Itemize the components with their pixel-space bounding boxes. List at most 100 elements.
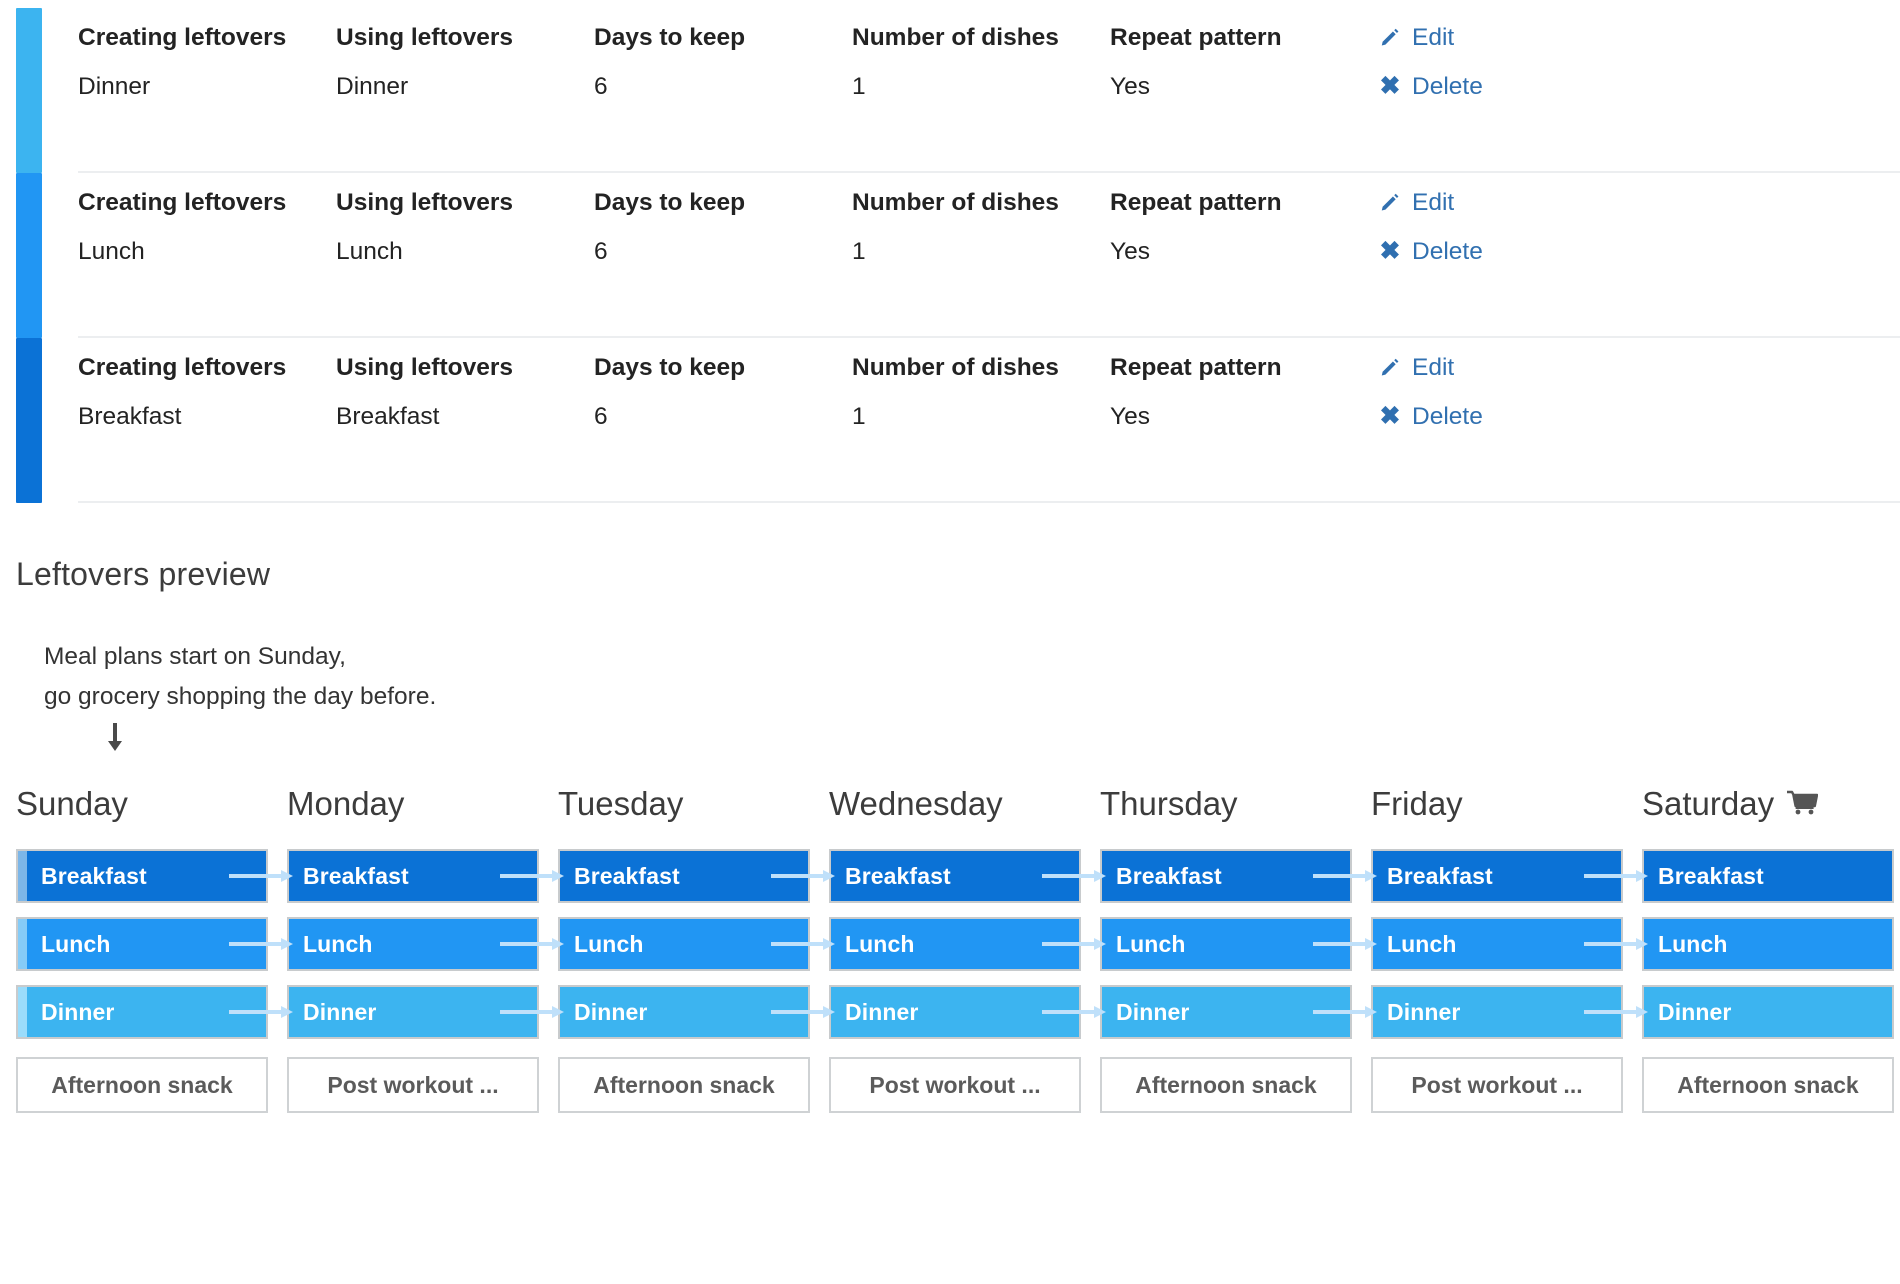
- cell-repeat-pattern: Repeat pattern Yes: [1110, 23, 1378, 102]
- meal-cell[interactable]: Breakfast: [1642, 849, 1894, 903]
- cell-repeat-pattern: Repeat pattern Yes: [1110, 188, 1378, 267]
- meal-cell[interactable]: Lunch: [558, 917, 810, 971]
- value-using: Lunch: [336, 237, 403, 265]
- cell-accent: [18, 919, 27, 969]
- week-preview-grid: Sunday Monday Tuesday Wednesday Thursday…: [0, 785, 1900, 1113]
- snack-label: Afternoon snack: [51, 1071, 233, 1098]
- cell-number-of-dishes: Number of dishes 1: [852, 353, 1110, 432]
- value-days: 6: [594, 237, 608, 265]
- edit-label: Edit: [1412, 189, 1455, 216]
- day-header-row: Sunday Monday Tuesday Wednesday Thursday…: [16, 785, 1884, 823]
- day-header-wednesday: Wednesday: [829, 785, 1081, 823]
- meal-cell[interactable]: Dinner: [1642, 985, 1894, 1039]
- meal-cell[interactable]: Breakfast: [1371, 849, 1623, 903]
- meal-cell[interactable]: Lunch: [1642, 917, 1894, 971]
- leftover-rules-table: Creating leftovers Dinner Using leftover…: [0, 0, 1900, 503]
- meal-cell[interactable]: Dinner: [1371, 985, 1623, 1039]
- value-dishes: 1: [852, 402, 866, 430]
- day-label: Tuesday: [558, 785, 684, 822]
- meal-cell[interactable]: Breakfast: [1100, 849, 1352, 903]
- edit-button[interactable]: Edit: [1378, 23, 1890, 54]
- edit-label: Edit: [1412, 24, 1455, 51]
- cell-actions: Edit ✖ Delete: [1378, 23, 1900, 102]
- meal-label: Breakfast: [303, 862, 409, 889]
- snack-cell[interactable]: Post workout ...: [287, 1057, 539, 1113]
- column-header-dishes: Number of dishes: [852, 354, 1059, 381]
- meal-label: Lunch: [1387, 930, 1457, 957]
- meal-cell[interactable]: Dinner: [558, 985, 810, 1039]
- page-title: Leftovers preview: [16, 556, 271, 592]
- meal-cell[interactable]: Dinner: [1100, 985, 1352, 1039]
- cell-creating-leftovers: Creating leftovers Breakfast: [78, 353, 336, 432]
- preview-note: Meal plans start on Sunday, go grocery s…: [44, 637, 1900, 717]
- meal-cell[interactable]: Breakfast: [558, 849, 810, 903]
- meal-label: Breakfast: [1116, 862, 1222, 889]
- meal-row-lunch: Lunch Lunch Lunch Lunch Lunch Lunch Lunc…: [16, 917, 1894, 971]
- column-header-repeat: Repeat pattern: [1110, 189, 1282, 216]
- meal-label: Breakfast: [41, 862, 147, 889]
- snack-cell[interactable]: Post workout ...: [829, 1057, 1081, 1113]
- column-header-using: Using leftovers: [336, 354, 513, 381]
- value-using: Breakfast: [336, 402, 440, 430]
- snack-label: Post workout ...: [327, 1071, 499, 1098]
- table-row: Creating leftovers Lunch Using leftovers…: [0, 173, 1900, 338]
- edit-button[interactable]: Edit: [1378, 188, 1890, 219]
- meal-label: Dinner: [1658, 998, 1732, 1025]
- value-using: Dinner: [336, 72, 409, 100]
- meal-row-dinner: Dinner Dinner Dinner Dinner Dinner Dinne…: [16, 985, 1894, 1039]
- day-header-saturday: Saturday: [1642, 785, 1894, 823]
- meal-label: Dinner: [303, 998, 377, 1025]
- meal-label: Lunch: [303, 930, 373, 957]
- column-header-creating: Creating leftovers: [78, 354, 287, 381]
- cell-repeat-pattern: Repeat pattern Yes: [1110, 353, 1378, 432]
- delete-button[interactable]: ✖ Delete: [1378, 72, 1890, 103]
- edit-button[interactable]: Edit: [1378, 353, 1890, 384]
- cell-using-leftovers: Using leftovers Lunch: [336, 188, 594, 267]
- cell-days-to-keep: Days to keep 6: [594, 23, 852, 102]
- meal-label: Dinner: [574, 998, 648, 1025]
- day-label: Sunday: [16, 785, 128, 822]
- delete-label: Delete: [1412, 402, 1483, 430]
- cell-number-of-dishes: Number of dishes 1: [852, 23, 1110, 102]
- value-creating: Dinner: [78, 72, 151, 100]
- value-dishes: 1: [852, 72, 866, 100]
- day-header-friday: Friday: [1371, 785, 1623, 823]
- preview-note-line2: go grocery shopping the day before.: [44, 683, 437, 710]
- meal-rows: Breakfast Breakfast Breakfast Breakfast …: [16, 849, 1894, 1039]
- delete-button[interactable]: ✖ Delete: [1378, 237, 1890, 268]
- meal-cell[interactable]: Dinner: [16, 985, 268, 1039]
- snack-cell[interactable]: Afternoon snack: [1100, 1057, 1352, 1113]
- value-repeat: Yes: [1110, 402, 1150, 430]
- cell-actions: Edit ✖ Delete: [1378, 353, 1900, 432]
- snack-cell[interactable]: Afternoon snack: [1642, 1057, 1894, 1113]
- meal-cell[interactable]: Dinner: [287, 985, 539, 1039]
- meal-label: Breakfast: [574, 862, 680, 889]
- meal-label: Dinner: [1116, 998, 1190, 1025]
- meal-cell[interactable]: Lunch: [829, 917, 1081, 971]
- pencil-icon: [1378, 191, 1402, 215]
- column-header-repeat: Repeat pattern: [1110, 354, 1282, 381]
- meal-cell[interactable]: Lunch: [1100, 917, 1352, 971]
- meal-cell[interactable]: Dinner: [829, 985, 1081, 1039]
- meal-label: Dinner: [1387, 998, 1461, 1025]
- column-header-days: Days to keep: [594, 24, 746, 51]
- shopping-cart-icon: [1786, 790, 1819, 818]
- value-days: 6: [594, 402, 608, 430]
- snack-cell[interactable]: Afternoon snack: [16, 1057, 268, 1113]
- delete-label: Delete: [1412, 72, 1483, 100]
- delete-button[interactable]: ✖ Delete: [1378, 402, 1890, 433]
- meal-cell[interactable]: Lunch: [287, 917, 539, 971]
- column-header-creating: Creating leftovers: [78, 189, 287, 216]
- snack-cell[interactable]: Afternoon snack: [558, 1057, 810, 1113]
- day-header-tuesday: Tuesday: [558, 785, 810, 823]
- meal-cell[interactable]: Breakfast: [16, 849, 268, 903]
- meal-cell[interactable]: Breakfast: [829, 849, 1081, 903]
- meal-cell[interactable]: Lunch: [1371, 917, 1623, 971]
- day-label: Saturday: [1642, 785, 1775, 822]
- meal-label: Lunch: [574, 930, 644, 957]
- meal-row-breakfast: Breakfast Breakfast Breakfast Breakfast …: [16, 849, 1894, 903]
- meal-cell[interactable]: Lunch: [16, 917, 268, 971]
- meal-cell[interactable]: Breakfast: [287, 849, 539, 903]
- day-label: Thursday: [1100, 785, 1238, 822]
- snack-cell[interactable]: Post workout ...: [1371, 1057, 1623, 1113]
